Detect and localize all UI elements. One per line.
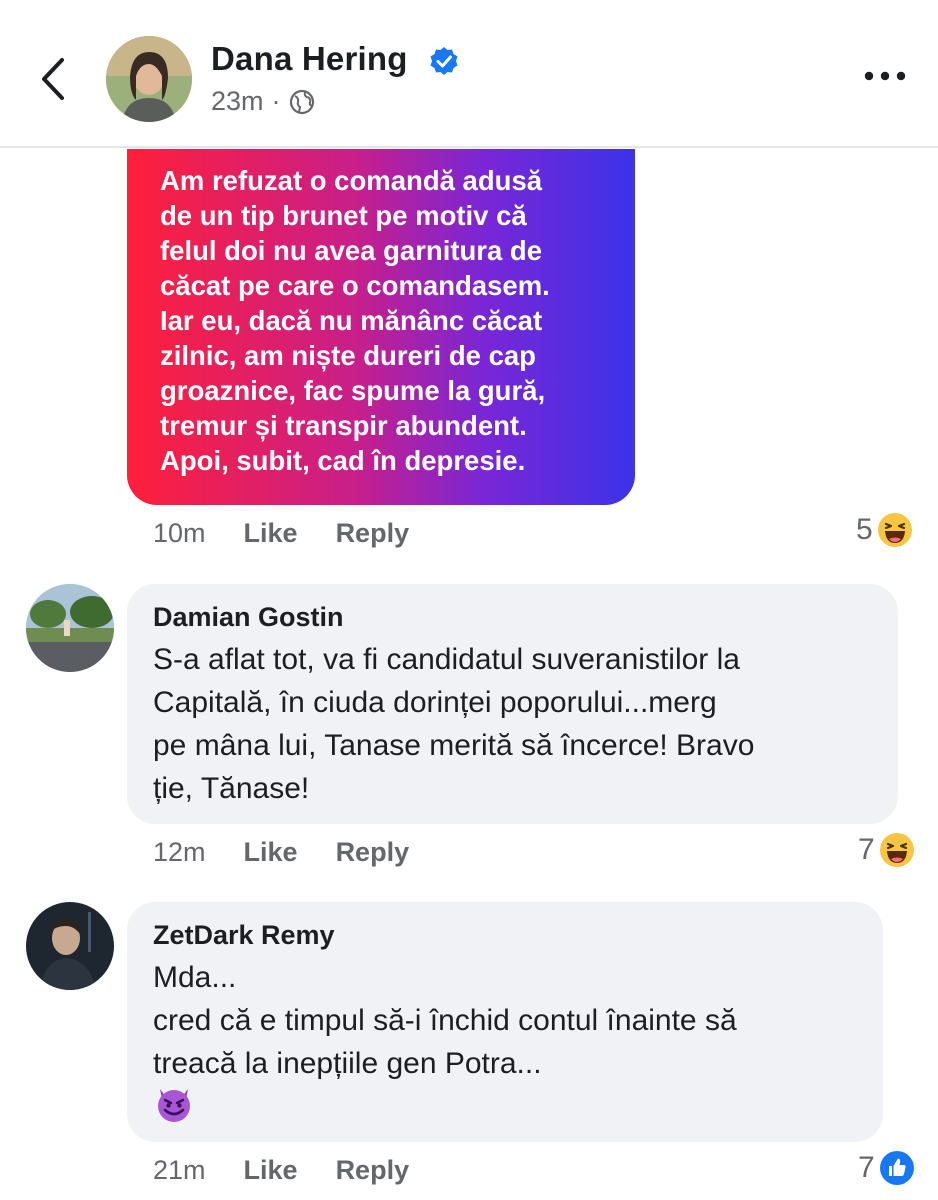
globe-icon[interactable]	[289, 89, 315, 115]
reaction-count: 7	[858, 1151, 875, 1184]
like-button[interactable]: Like	[244, 837, 298, 868]
comment-time[interactable]: 12m	[153, 837, 206, 868]
comment-actions: 21m Like Reply	[153, 1155, 447, 1186]
post-header: Dana Hering 23m ·	[0, 0, 938, 148]
comment-text: Mda... cred că e timpul să-i închid cont…	[153, 961, 737, 1080]
reply-button[interactable]: Reply	[336, 518, 410, 549]
meta-separator: ·	[271, 86, 281, 116]
comment-bubble[interactable]: Damian Gostin S-a aflat tot, va fi candi…	[127, 584, 898, 824]
comment-time[interactable]: 21m	[153, 1155, 206, 1186]
haha-emoji-icon	[879, 833, 914, 867]
comment-text: S-a aflat tot, va fi candidatul suverani…	[153, 643, 755, 805]
haha-emoji-icon	[877, 513, 912, 547]
reaction-count: 5	[856, 513, 873, 546]
chevron-left-icon	[42, 58, 64, 100]
like-icon	[879, 1151, 914, 1185]
comment-actions: 10m Like Reply	[153, 518, 447, 549]
commenter-avatar[interactable]	[26, 584, 114, 672]
like-button[interactable]: Like	[244, 518, 298, 549]
like-button[interactable]: Like	[244, 1155, 298, 1186]
comment-time[interactable]: 10m	[153, 518, 206, 549]
verified-badge-icon	[430, 47, 458, 75]
reaction-summary[interactable]: 7	[858, 832, 915, 868]
post-time[interactable]: 23m	[211, 86, 264, 117]
author-avatar[interactable]	[106, 36, 192, 122]
commenter-name[interactable]: ZetDark Remy	[153, 920, 335, 951]
commenter-name[interactable]: Damian Gostin	[153, 602, 344, 633]
comment-image-text: Am refuzat o comandă adusă de un tip bru…	[160, 165, 550, 476]
commenter-avatar[interactable]	[26, 902, 114, 990]
comment-bubble[interactable]: ZetDark Remy Mda... cred că e timpul să-…	[127, 902, 883, 1142]
back-button[interactable]	[34, 54, 74, 104]
reaction-summary[interactable]: 7	[858, 1150, 915, 1186]
post-meta: 23m ·	[211, 86, 315, 117]
reply-button[interactable]: Reply	[336, 837, 410, 868]
comment-image-card[interactable]: Am refuzat o comandă adusă de un tip bru…	[127, 149, 635, 505]
author-name[interactable]: Dana Hering	[211, 40, 408, 78]
comment-actions: 12m Like Reply	[153, 837, 447, 868]
reaction-count: 7	[858, 833, 875, 866]
devil-emoji-icon	[155, 1085, 193, 1128]
reaction-summary[interactable]: 5	[856, 512, 913, 548]
reply-button[interactable]: Reply	[336, 1155, 410, 1186]
more-dots-icon[interactable]	[862, 66, 908, 86]
